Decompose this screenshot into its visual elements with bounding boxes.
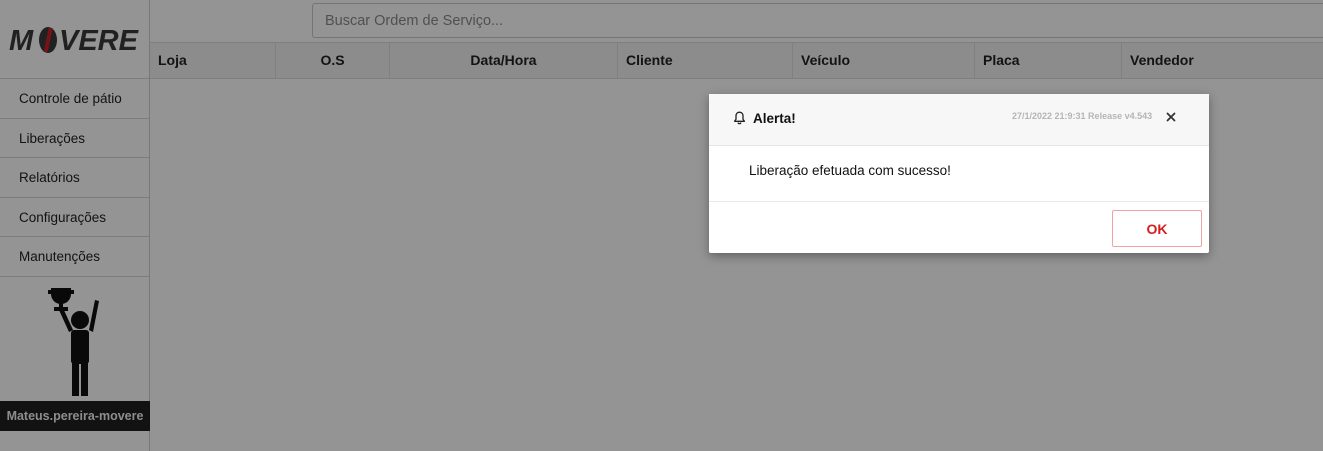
dialog-message: Liberação efetuada com sucesso! — [749, 163, 951, 178]
ok-button[interactable]: OK — [1112, 210, 1202, 247]
alert-dialog: Alerta! 27/1/2022 21:9:31 Release v4.543… — [709, 94, 1209, 253]
close-icon[interactable] — [1165, 111, 1177, 123]
dialog-footer: OK — [709, 202, 1209, 252]
bell-icon — [733, 111, 746, 125]
dialog-header: Alerta! 27/1/2022 21:9:31 Release v4.543 — [709, 94, 1209, 146]
dialog-title: Alerta! — [753, 111, 796, 126]
dialog-timestamp-release: 27/1/2022 21:9:31 Release v4.543 — [1012, 111, 1153, 121]
dialog-body: Liberação efetuada com sucesso! — [709, 146, 1209, 202]
